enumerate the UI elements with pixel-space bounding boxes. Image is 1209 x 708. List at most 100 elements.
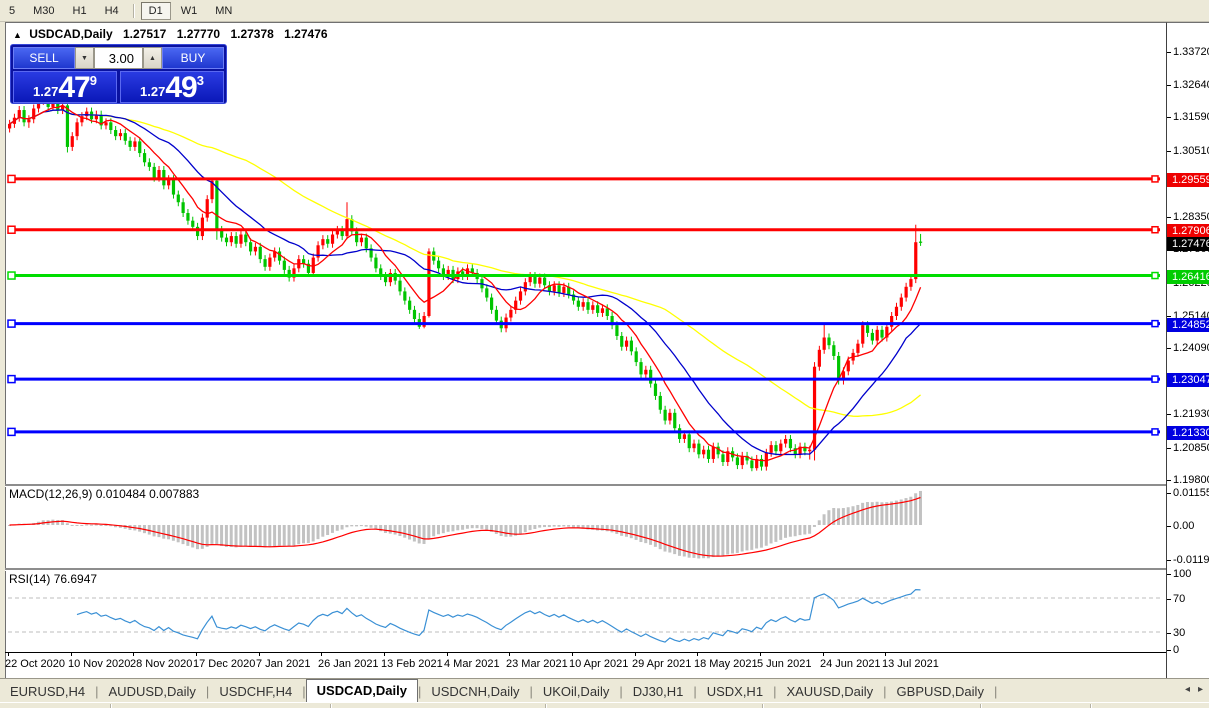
price-tick-label: 1.21930: [1173, 408, 1209, 420]
date-label: 13 Feb 2021: [381, 658, 443, 670]
tab-scroll-left-icon[interactable]: ◂: [1185, 684, 1190, 695]
price-tick: [1167, 316, 1171, 317]
status-divider: [980, 704, 982, 708]
date-label: 24 Jun 2021: [820, 658, 881, 670]
date-label: 29 Apr 2021: [632, 658, 691, 670]
macd-tick: [1167, 493, 1171, 494]
price-line-badge: 1.24852: [1167, 318, 1209, 332]
ohlc-low: 1.27378: [230, 27, 273, 41]
price-tick: [1167, 151, 1171, 152]
date-label: 4 Mar 2021: [444, 658, 500, 670]
chart-title: ▲ USDCAD,Daily 1.27517 1.27770 1.27378 1…: [13, 27, 328, 41]
sell-button[interactable]: SELL: [13, 47, 75, 69]
hline-handle-left: [8, 175, 15, 182]
rsi-tick-label: 0: [1173, 644, 1179, 656]
sell-price-display[interactable]: 1.27 47 9: [13, 71, 117, 103]
chart-tab-eurusd-h4[interactable]: EURUSD,H4: [0, 681, 95, 703]
tab-scroll-right-icon[interactable]: ▸: [1198, 684, 1203, 695]
price-tick: [1167, 480, 1171, 481]
timeframe-button-mn[interactable]: MN: [207, 2, 240, 20]
date-tick: [8, 652, 9, 656]
date-tick: [384, 652, 385, 656]
date-tick: [321, 652, 322, 656]
date-tick: [133, 652, 134, 656]
timeframe-toolbar: 5M30H1H4 D1W1MN: [0, 0, 1209, 22]
buy-button[interactable]: BUY: [162, 47, 224, 69]
chart-tab-gbpusd-daily[interactable]: GBPUSD,Daily: [887, 681, 994, 703]
price-tick: [1167, 52, 1171, 53]
chart-tab-audusd-daily[interactable]: AUDUSD,Daily: [99, 681, 206, 703]
date-tick: [823, 652, 824, 656]
rsi-tick-label: 30: [1173, 627, 1185, 639]
macd-tick-label: 0.011551: [1173, 487, 1209, 499]
price-tick: [1167, 217, 1171, 218]
price-line-badge: 1.26416: [1167, 270, 1209, 284]
price-tick-label: 1.24090: [1173, 342, 1209, 354]
timeframe-button-5[interactable]: 5: [1, 2, 23, 20]
chart-tab-usdcad-daily[interactable]: USDCAD,Daily: [306, 679, 418, 703]
chart-tab-xauusd-daily[interactable]: XAUUSD,Daily: [776, 681, 883, 703]
chart-tab-usdcnh-daily[interactable]: USDCNH,Daily: [421, 681, 529, 703]
ohlc-close: 1.27476: [284, 27, 327, 41]
timeframe-button-h1[interactable]: H1: [65, 2, 95, 20]
hline-handle-right: [1152, 321, 1158, 327]
price-tick: [1167, 448, 1171, 449]
chart-tab-dj30-h1[interactable]: DJ30,H1: [623, 681, 694, 703]
macd-signal-value: 0.007883: [149, 487, 199, 501]
date-tick: [635, 652, 636, 656]
price-tick-label: 1.19800: [1173, 474, 1209, 486]
timeframe-button-w1[interactable]: W1: [173, 2, 206, 20]
ma-20-line: [10, 110, 921, 455]
date-label: 7 Jan 2021: [256, 658, 310, 670]
hline-handle-right: [1152, 273, 1158, 279]
rsi-tick: [1167, 650, 1171, 651]
date-tick: [572, 652, 573, 656]
tab-scroll-buttons: ◂ ▸: [1185, 684, 1203, 695]
current-price-badge: 1.27476: [1167, 237, 1209, 251]
status-divider: [545, 704, 547, 708]
status-divider: [1090, 704, 1092, 708]
price-axis[interactable]: 1.337201.326401.315901.305101.294301.283…: [1166, 22, 1209, 679]
toolbar-separator: [133, 4, 135, 18]
buy-price-prefix: 1.27: [140, 84, 165, 99]
date-label: 13 Jul 2021: [882, 658, 939, 670]
price-tick: [1167, 117, 1171, 118]
date-tick: [885, 652, 886, 656]
one-click-trading-panel: SELL ▼ 3.00 ▲ BUY 1.27 47 9 1.27 49 3: [10, 44, 227, 104]
date-label: 18 May 2021: [694, 658, 758, 670]
timeframe-button-m30[interactable]: M30: [25, 2, 62, 20]
volume-input[interactable]: 3.00: [94, 47, 143, 69]
ma-50-line: [10, 110, 921, 417]
macd-tick: [1167, 526, 1171, 527]
date-label: 10 Apr 2021: [569, 658, 628, 670]
macd-label: MACD(12,26,9) 0.010484 0.007883: [9, 487, 199, 501]
timeframe-button-h4[interactable]: H4: [97, 2, 127, 20]
date-label: 22 Oct 2020: [5, 658, 65, 670]
tab-separator: |: [994, 684, 997, 703]
collapse-trade-panel-icon[interactable]: ▲: [13, 30, 22, 40]
rsi-label: RSI(14) 76.6947: [9, 572, 97, 586]
buy-price-sup: 3: [197, 73, 204, 88]
date-label: 23 Mar 2021: [506, 658, 568, 670]
ohlc-open: 1.27517: [123, 27, 166, 41]
price-tick-label: 1.30510: [1173, 145, 1209, 157]
chart-tab-usdchf-h4[interactable]: USDCHF,H4: [209, 681, 302, 703]
hline-handle-right: [1152, 227, 1158, 233]
date-label: 26 Jan 2021: [318, 658, 379, 670]
chart-tab-ukoil-daily[interactable]: UKOil,Daily: [533, 681, 619, 703]
volume-decrease-icon[interactable]: ▼: [75, 47, 94, 69]
rsi-canvas[interactable]: [5, 570, 1166, 652]
chart-tab-usdx-h1[interactable]: USDX,H1: [697, 681, 773, 703]
timeframe-button-d1[interactable]: D1: [141, 2, 171, 20]
status-bar: [0, 702, 1209, 708]
ohlc-high: 1.27770: [177, 27, 220, 41]
rsi-panel-separator[interactable]: [5, 568, 1166, 571]
date-label: 5 Jun 2021: [757, 658, 811, 670]
buy-price-display[interactable]: 1.27 49 3: [120, 71, 224, 103]
volume-increase-icon[interactable]: ▲: [143, 47, 162, 69]
hline-handle-right: [1152, 429, 1158, 435]
rsi-value: 76.6947: [54, 572, 97, 586]
buy-price-big: 49: [165, 75, 196, 101]
date-tick: [760, 652, 761, 656]
mt4-terminal: { "toolbar": {"timeframes": ["5","M30","…: [0, 0, 1209, 708]
